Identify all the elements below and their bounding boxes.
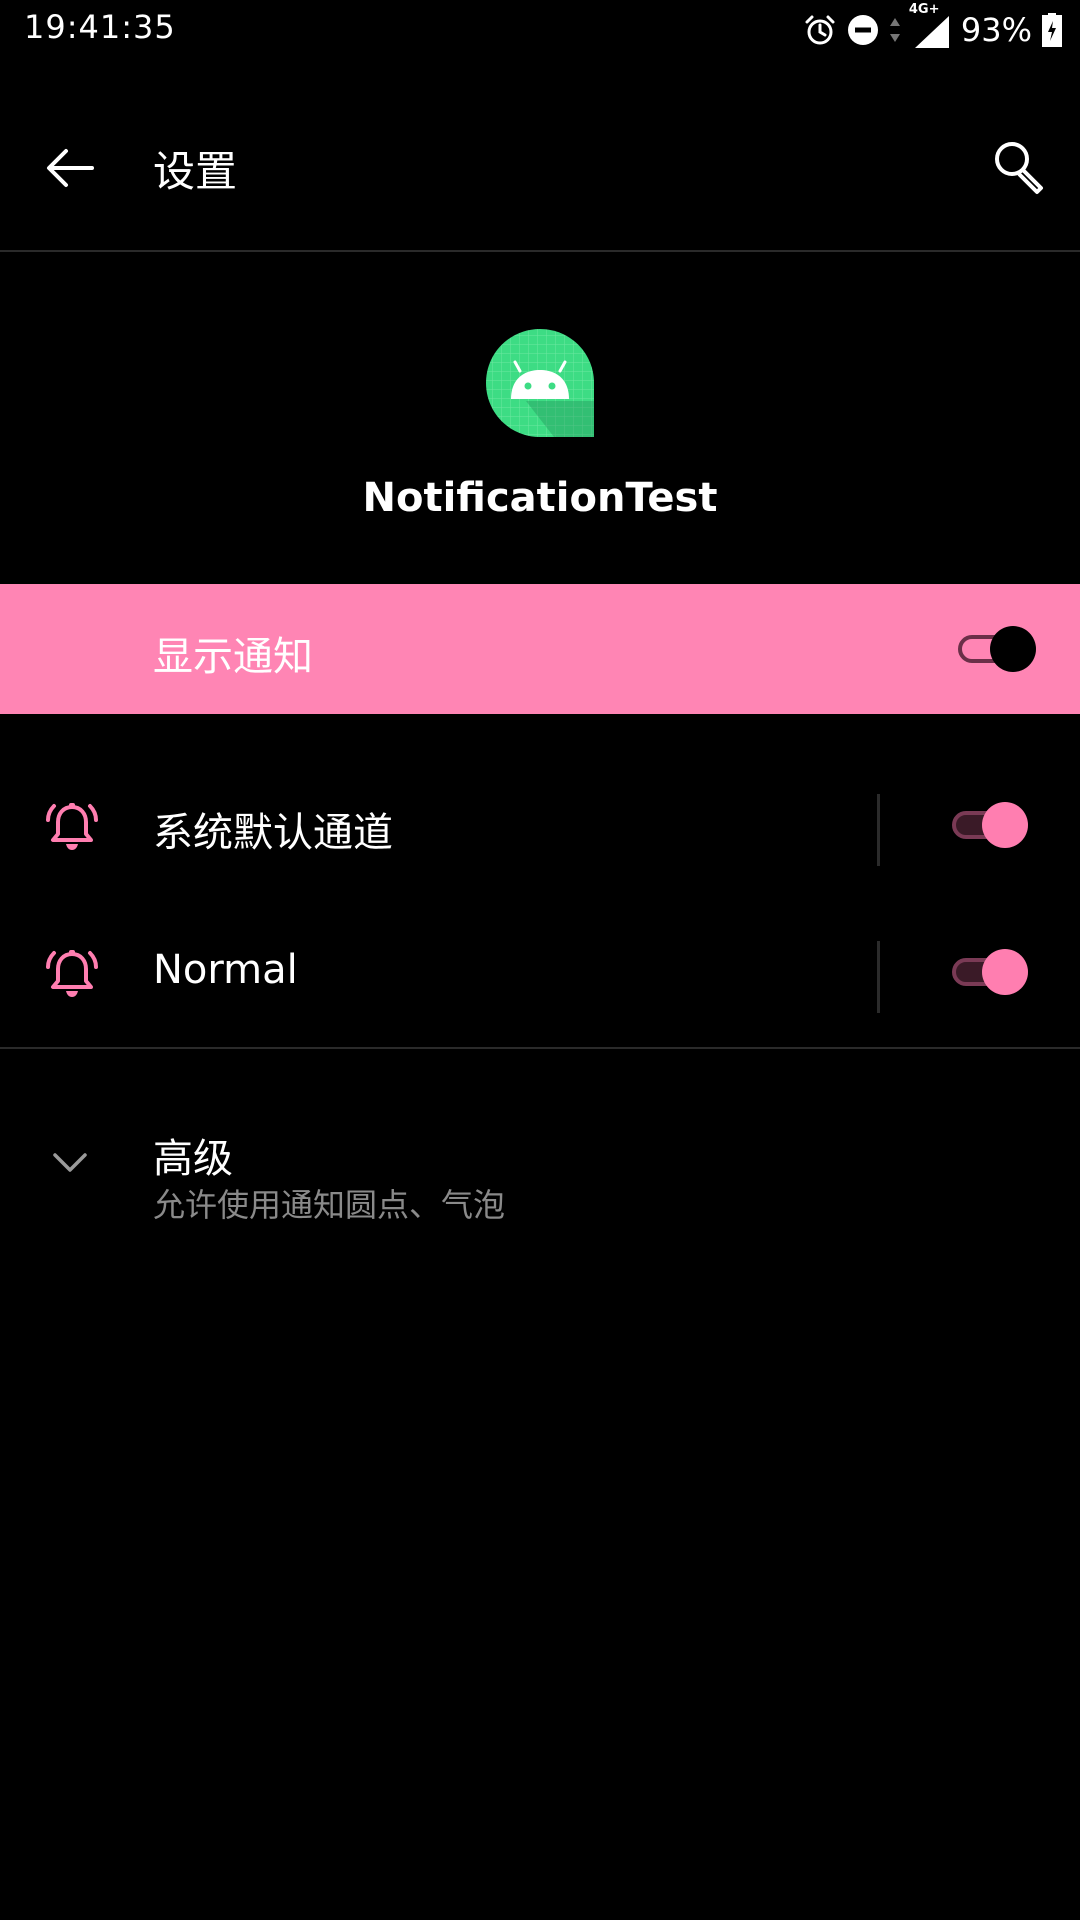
page-title: 设置	[153, 147, 238, 196]
search-icon	[995, 142, 1043, 194]
status-icons: 4G+ 93%	[803, 2, 1062, 52]
chevron-down-icon	[50, 1148, 90, 1178]
status-time: 19:41:35	[24, 8, 176, 46]
bell-icon	[44, 945, 100, 1001]
status-bar: 19:41:35 4G+ 93%	[0, 0, 1080, 58]
channels-divider	[0, 1047, 1080, 1049]
appbar-divider	[0, 250, 1080, 252]
app-bar: 设置	[0, 110, 1080, 226]
channel-label: Normal	[153, 947, 298, 993]
advanced-row[interactable]: 高级 允许使用通知圆点、气泡	[0, 1090, 1080, 1240]
switch-thumb	[982, 802, 1028, 848]
advanced-subtitle: 允许使用通知圆点、气泡	[153, 1186, 506, 1224]
switch-thumb	[982, 949, 1028, 995]
channel-label: 系统默认通道	[153, 810, 393, 856]
data-arrows-icon	[889, 15, 901, 45]
channel-switch-normal[interactable]	[948, 945, 1032, 999]
advanced-title: 高级	[153, 1136, 233, 1182]
signal-icon: 4G+	[909, 2, 951, 50]
alarm-icon	[803, 13, 837, 47]
show-notifications-switch[interactable]	[954, 622, 1038, 676]
network-type-label: 4G+	[908, 2, 940, 17]
channel-switch-default[interactable]	[948, 798, 1032, 852]
app-name: NotificationTest	[362, 475, 718, 521]
android-app-icon	[484, 327, 596, 439]
bell-icon	[44, 798, 100, 854]
search-button[interactable]	[988, 136, 1052, 200]
switch-thumb	[990, 626, 1036, 672]
battery-charging-icon	[1042, 13, 1062, 47]
row-separator	[877, 794, 880, 866]
battery-percent: 93%	[960, 11, 1032, 49]
show-notifications-label: 显示通知	[153, 634, 313, 680]
row-separator	[877, 941, 880, 1013]
dnd-icon	[847, 14, 879, 46]
channel-row-normal[interactable]: Normal	[0, 903, 1080, 1043]
back-arrow-icon	[47, 149, 94, 187]
channel-row-default[interactable]: 系统默认通道	[0, 756, 1080, 896]
back-button[interactable]	[40, 140, 100, 196]
show-notifications-row[interactable]: 显示通知	[0, 584, 1080, 714]
